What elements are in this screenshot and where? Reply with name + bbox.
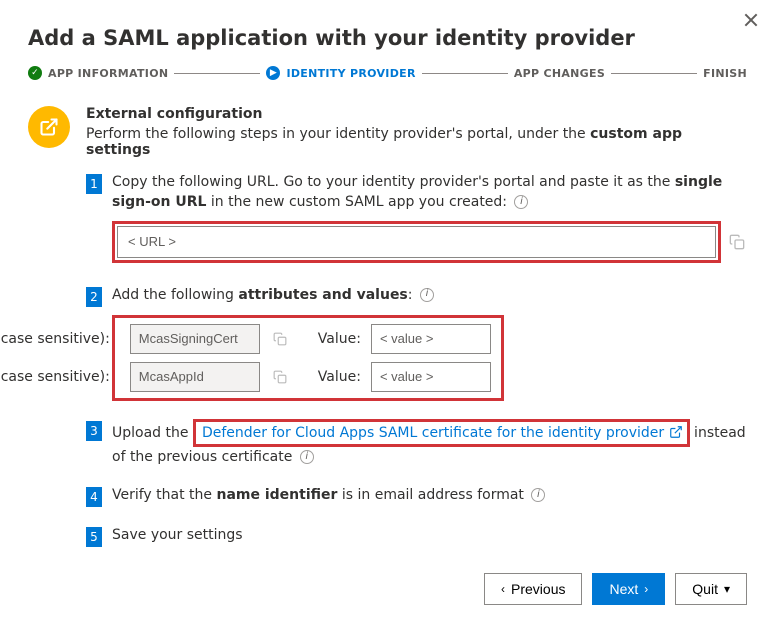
step-app-information[interactable]: ✓ APP INFORMATION <box>28 66 168 80</box>
copy-icon[interactable] <box>270 329 290 349</box>
external-link-icon <box>669 425 683 439</box>
close-icon[interactable] <box>743 12 759 28</box>
saml-certificate-link[interactable]: Defender for Cloud Apps SAML certificate… <box>202 425 683 441</box>
chevron-left-icon: ‹ <box>501 582 505 596</box>
value-label: Value: <box>300 329 361 349</box>
wizard-stepper: ✓ APP INFORMATION ▶ IDENTITY PROVIDER AP… <box>28 66 747 80</box>
info-icon[interactable] <box>514 195 528 209</box>
sso-url-field[interactable] <box>117 226 716 258</box>
step-finish[interactable]: FINISH <box>703 67 747 80</box>
config-step-4: 4 Verify that the name identifier is in … <box>86 485 747 507</box>
attributes-highlight: Attribute (case sensitive): Value: Attri… <box>112 315 504 401</box>
info-icon[interactable] <box>531 488 545 502</box>
copy-icon[interactable] <box>270 367 290 387</box>
wizard-dialog: Add a SAML application with your identit… <box>0 0 775 625</box>
step-number: 1 <box>86 174 102 194</box>
section-description: Perform the following steps in your iden… <box>86 126 747 158</box>
highlight-box: Defender for Cloud Apps SAML certificate… <box>193 419 690 447</box>
attribute-value-2[interactable] <box>371 362 491 392</box>
copy-icon[interactable] <box>727 232 747 252</box>
section-title: External configuration <box>86 106 747 122</box>
step-number: 3 <box>86 421 102 441</box>
info-icon[interactable] <box>300 450 314 464</box>
value-label: Value: <box>300 367 361 387</box>
config-step-5: 5 Save your settings <box>86 525 747 547</box>
step-identity-provider[interactable]: ▶ IDENTITY PROVIDER <box>266 66 415 80</box>
next-button[interactable]: Next › <box>592 573 665 605</box>
attribute-name-1[interactable] <box>130 324 260 354</box>
dialog-footer: ‹ Previous Next › Quit ▾ <box>28 573 747 605</box>
chevron-right-icon: › <box>644 582 648 596</box>
step-number: 5 <box>86 527 102 547</box>
external-link-icon <box>28 106 70 148</box>
check-circle-icon: ✓ <box>28 66 42 80</box>
step-divider <box>174 73 260 74</box>
step-number: 2 <box>86 287 102 307</box>
previous-button[interactable]: ‹ Previous <box>484 573 582 605</box>
step-divider <box>422 73 508 74</box>
quit-button[interactable]: Quit ▾ <box>675 573 747 605</box>
active-step-icon: ▶ <box>266 66 280 80</box>
attribute-value-1[interactable] <box>371 324 491 354</box>
external-config-section: External configuration Perform the follo… <box>28 106 747 547</box>
config-step-1: 1 Copy the following URL. Go to your ide… <box>86 172 747 267</box>
step-number: 4 <box>86 487 102 507</box>
attribute-label: Attribute (case sensitive): <box>0 367 110 387</box>
config-step-3: 3 Upload the Defender for Cloud Apps SAM… <box>86 419 747 468</box>
attribute-label: Attribute (case sensitive): <box>0 329 110 349</box>
step-divider <box>611 73 697 74</box>
info-icon[interactable] <box>420 288 434 302</box>
highlight-box <box>112 221 721 263</box>
step-app-changes[interactable]: APP CHANGES <box>514 67 605 80</box>
dialog-title: Add a SAML application with your identit… <box>28 26 747 50</box>
chevron-down-icon: ▾ <box>724 582 730 596</box>
config-step-2: 2 Add the following attributes and value… <box>86 285 747 401</box>
attribute-name-2[interactable] <box>130 362 260 392</box>
